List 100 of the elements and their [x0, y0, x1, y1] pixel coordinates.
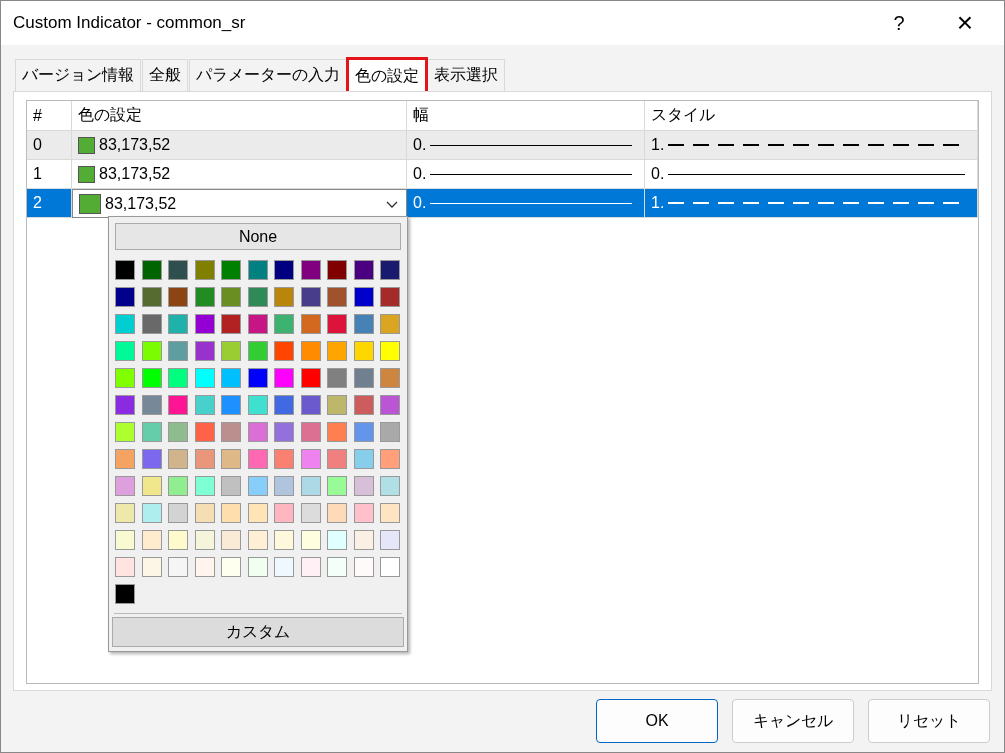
color-swatch[interactable] — [194, 449, 215, 469]
table-row[interactable]: 2 83,173,52 0. 1. — [27, 189, 978, 218]
color-swatch[interactable] — [141, 503, 162, 523]
color-swatch[interactable] — [380, 395, 400, 415]
color-swatch[interactable] — [168, 422, 188, 442]
color-swatch[interactable] — [221, 422, 241, 442]
color-swatch[interactable] — [247, 260, 268, 280]
color-swatch[interactable] — [194, 395, 215, 415]
color-swatch[interactable] — [115, 449, 135, 469]
color-swatch[interactable] — [194, 557, 215, 577]
color-swatch[interactable] — [221, 368, 241, 388]
color-swatch[interactable] — [380, 422, 400, 442]
color-swatch[interactable] — [380, 287, 400, 307]
color-swatch[interactable] — [353, 314, 374, 334]
tab[interactable]: パラメーターの入力 — [189, 59, 347, 91]
custom-button[interactable]: カスタム — [112, 617, 404, 647]
color-swatch[interactable] — [247, 449, 268, 469]
color-swatch[interactable] — [247, 287, 268, 307]
color-swatch[interactable] — [247, 341, 268, 361]
color-swatch[interactable] — [194, 476, 215, 496]
color-swatch[interactable] — [194, 314, 215, 334]
color-swatch[interactable] — [194, 422, 215, 442]
color-swatch[interactable] — [300, 503, 321, 523]
color-swatch[interactable] — [353, 287, 374, 307]
table-row[interactable]: 0 83,173,52 0. 1. — [27, 131, 978, 160]
color-swatch[interactable] — [194, 368, 215, 388]
color-swatch[interactable] — [141, 422, 162, 442]
color-swatch[interactable] — [168, 395, 188, 415]
color-swatch[interactable] — [353, 341, 374, 361]
color-swatch[interactable] — [221, 287, 241, 307]
color-swatch[interactable] — [274, 368, 294, 388]
color-swatch[interactable] — [115, 422, 135, 442]
color-swatch[interactable] — [327, 341, 347, 361]
color-swatch[interactable] — [141, 476, 162, 496]
color-swatch[interactable] — [380, 557, 400, 577]
color-swatch[interactable] — [115, 395, 135, 415]
color-swatch[interactable] — [300, 422, 321, 442]
color-swatch[interactable] — [380, 476, 400, 496]
color-swatch[interactable] — [274, 395, 294, 415]
color-swatch[interactable] — [353, 449, 374, 469]
color-swatch[interactable] — [115, 260, 135, 280]
color-swatch[interactable] — [141, 287, 162, 307]
color-swatch[interactable] — [115, 341, 135, 361]
color-swatch[interactable] — [274, 476, 294, 496]
color-swatch[interactable] — [380, 530, 400, 550]
color-swatch[interactable] — [221, 395, 241, 415]
color-swatch[interactable] — [194, 530, 215, 550]
color-swatch[interactable] — [327, 287, 347, 307]
color-swatch[interactable] — [168, 341, 188, 361]
color-swatch[interactable] — [300, 557, 321, 577]
color-swatch[interactable] — [115, 287, 135, 307]
color-swatch[interactable] — [194, 287, 215, 307]
color-swatch[interactable] — [141, 449, 162, 469]
color-swatch[interactable] — [353, 395, 374, 415]
color-swatch[interactable] — [327, 422, 347, 442]
color-swatch[interactable] — [380, 503, 400, 523]
tab[interactable]: 表示選択 — [427, 59, 505, 91]
color-swatch[interactable] — [115, 314, 135, 334]
color-swatch[interactable] — [274, 557, 294, 577]
color-swatch[interactable] — [353, 368, 374, 388]
color-swatch[interactable] — [300, 368, 321, 388]
dialog-button[interactable]: OK — [596, 699, 718, 743]
color-swatch[interactable] — [327, 530, 347, 550]
color-swatch[interactable] — [168, 314, 188, 334]
dialog-button[interactable]: キャンセル — [732, 699, 854, 743]
color-swatch[interactable] — [300, 341, 321, 361]
color-swatch[interactable] — [327, 557, 347, 577]
color-swatch[interactable] — [327, 368, 347, 388]
color-swatch[interactable] — [247, 368, 268, 388]
color-swatch[interactable] — [141, 260, 162, 280]
color-swatch[interactable] — [300, 530, 321, 550]
color-swatch[interactable] — [327, 314, 347, 334]
color-swatch[interactable] — [168, 287, 188, 307]
color-swatch[interactable] — [300, 260, 321, 280]
color-swatch[interactable] — [274, 341, 294, 361]
color-swatch[interactable] — [274, 287, 294, 307]
color-swatch[interactable] — [274, 449, 294, 469]
color-swatch[interactable] — [141, 314, 162, 334]
tab[interactable]: バージョン情報 — [15, 59, 141, 91]
color-swatch[interactable] — [274, 530, 294, 550]
color-swatch[interactable] — [221, 341, 241, 361]
color-swatch[interactable] — [168, 368, 188, 388]
color-swatch[interactable] — [141, 368, 162, 388]
color-swatch[interactable] — [221, 503, 241, 523]
color-swatch[interactable] — [168, 449, 188, 469]
color-swatch[interactable] — [221, 557, 241, 577]
none-button[interactable]: None — [115, 223, 401, 250]
color-swatch[interactable] — [221, 476, 241, 496]
color-swatch[interactable] — [194, 260, 215, 280]
color-swatch[interactable] — [115, 368, 135, 388]
color-swatch[interactable] — [115, 557, 135, 577]
color-swatch[interactable] — [300, 287, 321, 307]
color-swatch[interactable] — [300, 395, 321, 415]
color-swatch[interactable] — [141, 395, 162, 415]
help-button[interactable]: ? — [866, 11, 932, 35]
color-swatch[interactable] — [247, 314, 268, 334]
color-swatch[interactable] — [221, 449, 241, 469]
color-swatch[interactable] — [300, 449, 321, 469]
color-swatch[interactable] — [168, 557, 188, 577]
color-swatch[interactable] — [115, 530, 135, 550]
